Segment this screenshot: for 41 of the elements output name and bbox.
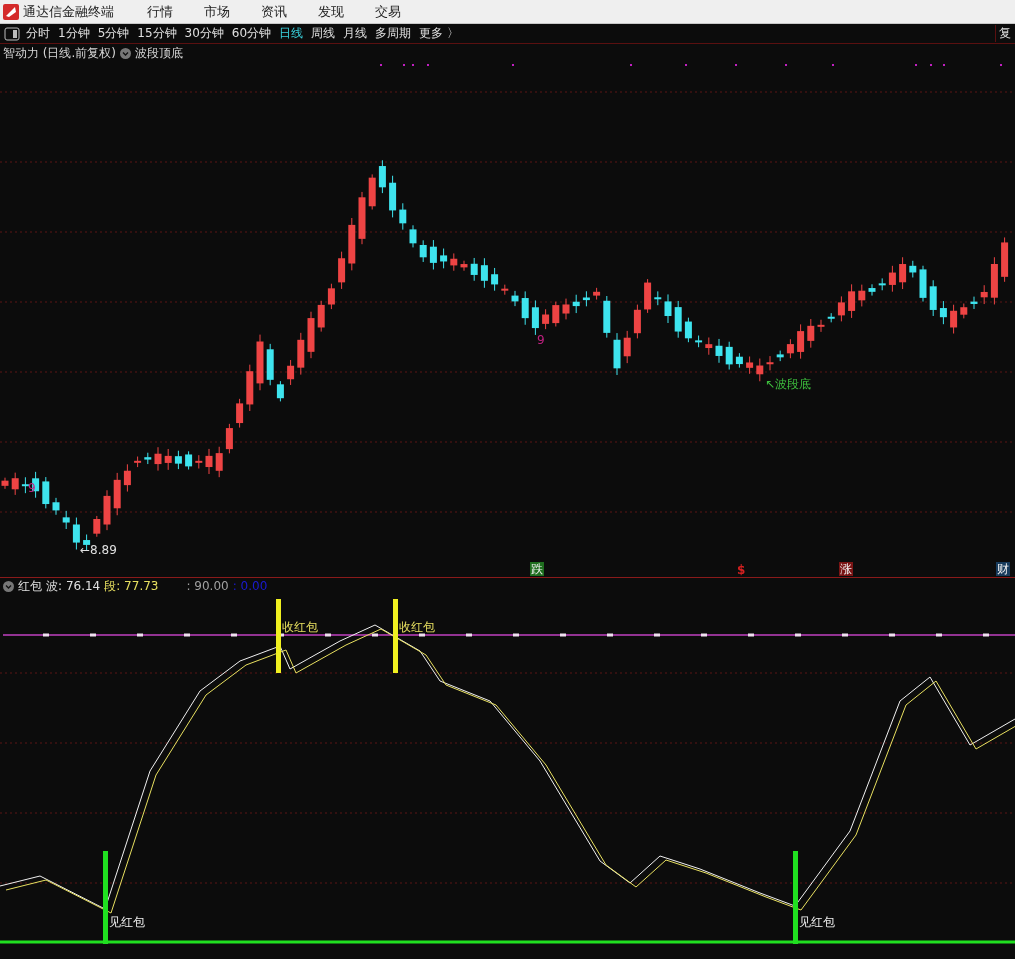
menu-item[interactable]: 资讯: [258, 2, 290, 21]
adjust-button[interactable]: 复: [995, 25, 1015, 42]
event-marker[interactable]: 财: [996, 562, 1010, 576]
period-tab[interactable]: 更多 〉: [419, 25, 459, 42]
signal-label: 收红包: [282, 620, 318, 634]
menu-item[interactable]: 发现: [315, 2, 347, 21]
panel-toggle-icon[interactable]: [4, 26, 20, 41]
signal-label: 收红包: [399, 620, 435, 634]
period-tab[interactable]: 15分钟: [137, 25, 177, 42]
signal-label: 见红包: [109, 915, 145, 929]
period-tab[interactable]: 周线: [311, 25, 336, 42]
event-marker[interactable]: 跌: [530, 562, 544, 576]
menu-item[interactable]: 行情: [144, 2, 176, 21]
indicator-reading: : 90.00: [186, 579, 229, 593]
period-tab[interactable]: 分时: [26, 25, 50, 42]
event-marker[interactable]: 涨: [839, 562, 853, 576]
period-tab[interactable]: 5分钟: [97, 25, 130, 42]
indicator-name: 红包: [18, 577, 42, 595]
chart-annotation: ↖波段底: [765, 377, 812, 391]
indicator-reading: 波: 76.14: [46, 577, 101, 595]
period-tab[interactable]: 30分钟: [184, 25, 224, 42]
period-tab[interactable]: 多周期: [375, 25, 412, 42]
event-marker[interactable]: $: [737, 563, 746, 577]
dropdown-icon[interactable]: [3, 580, 14, 592]
menu-item[interactable]: 交易: [372, 2, 404, 21]
chart-annotation: 9: [28, 481, 36, 495]
period-tab[interactable]: 日线: [279, 25, 304, 42]
period-tab[interactable]: 1分钟: [58, 25, 90, 42]
chart-annotation: ←8.89: [80, 543, 117, 557]
indicator-reading: 段: 77.73: [104, 577, 159, 595]
dropdown-icon[interactable]: [120, 47, 131, 59]
signal-label: 见红包: [799, 915, 835, 929]
indicator-name: 波段顶底: [135, 44, 183, 62]
chart-title: 智动力 (日线.前复权): [3, 44, 116, 62]
app-logo-icon: [3, 3, 19, 20]
period-tab[interactable]: 60分钟: [231, 25, 272, 42]
app-title: 通达信金融终端: [23, 2, 114, 21]
menu-item[interactable]: 市场: [201, 2, 233, 21]
period-tab[interactable]: 月线: [343, 25, 368, 42]
indicator-reading: : 0.00: [232, 579, 268, 593]
chart-annotation: 9: [537, 333, 545, 347]
